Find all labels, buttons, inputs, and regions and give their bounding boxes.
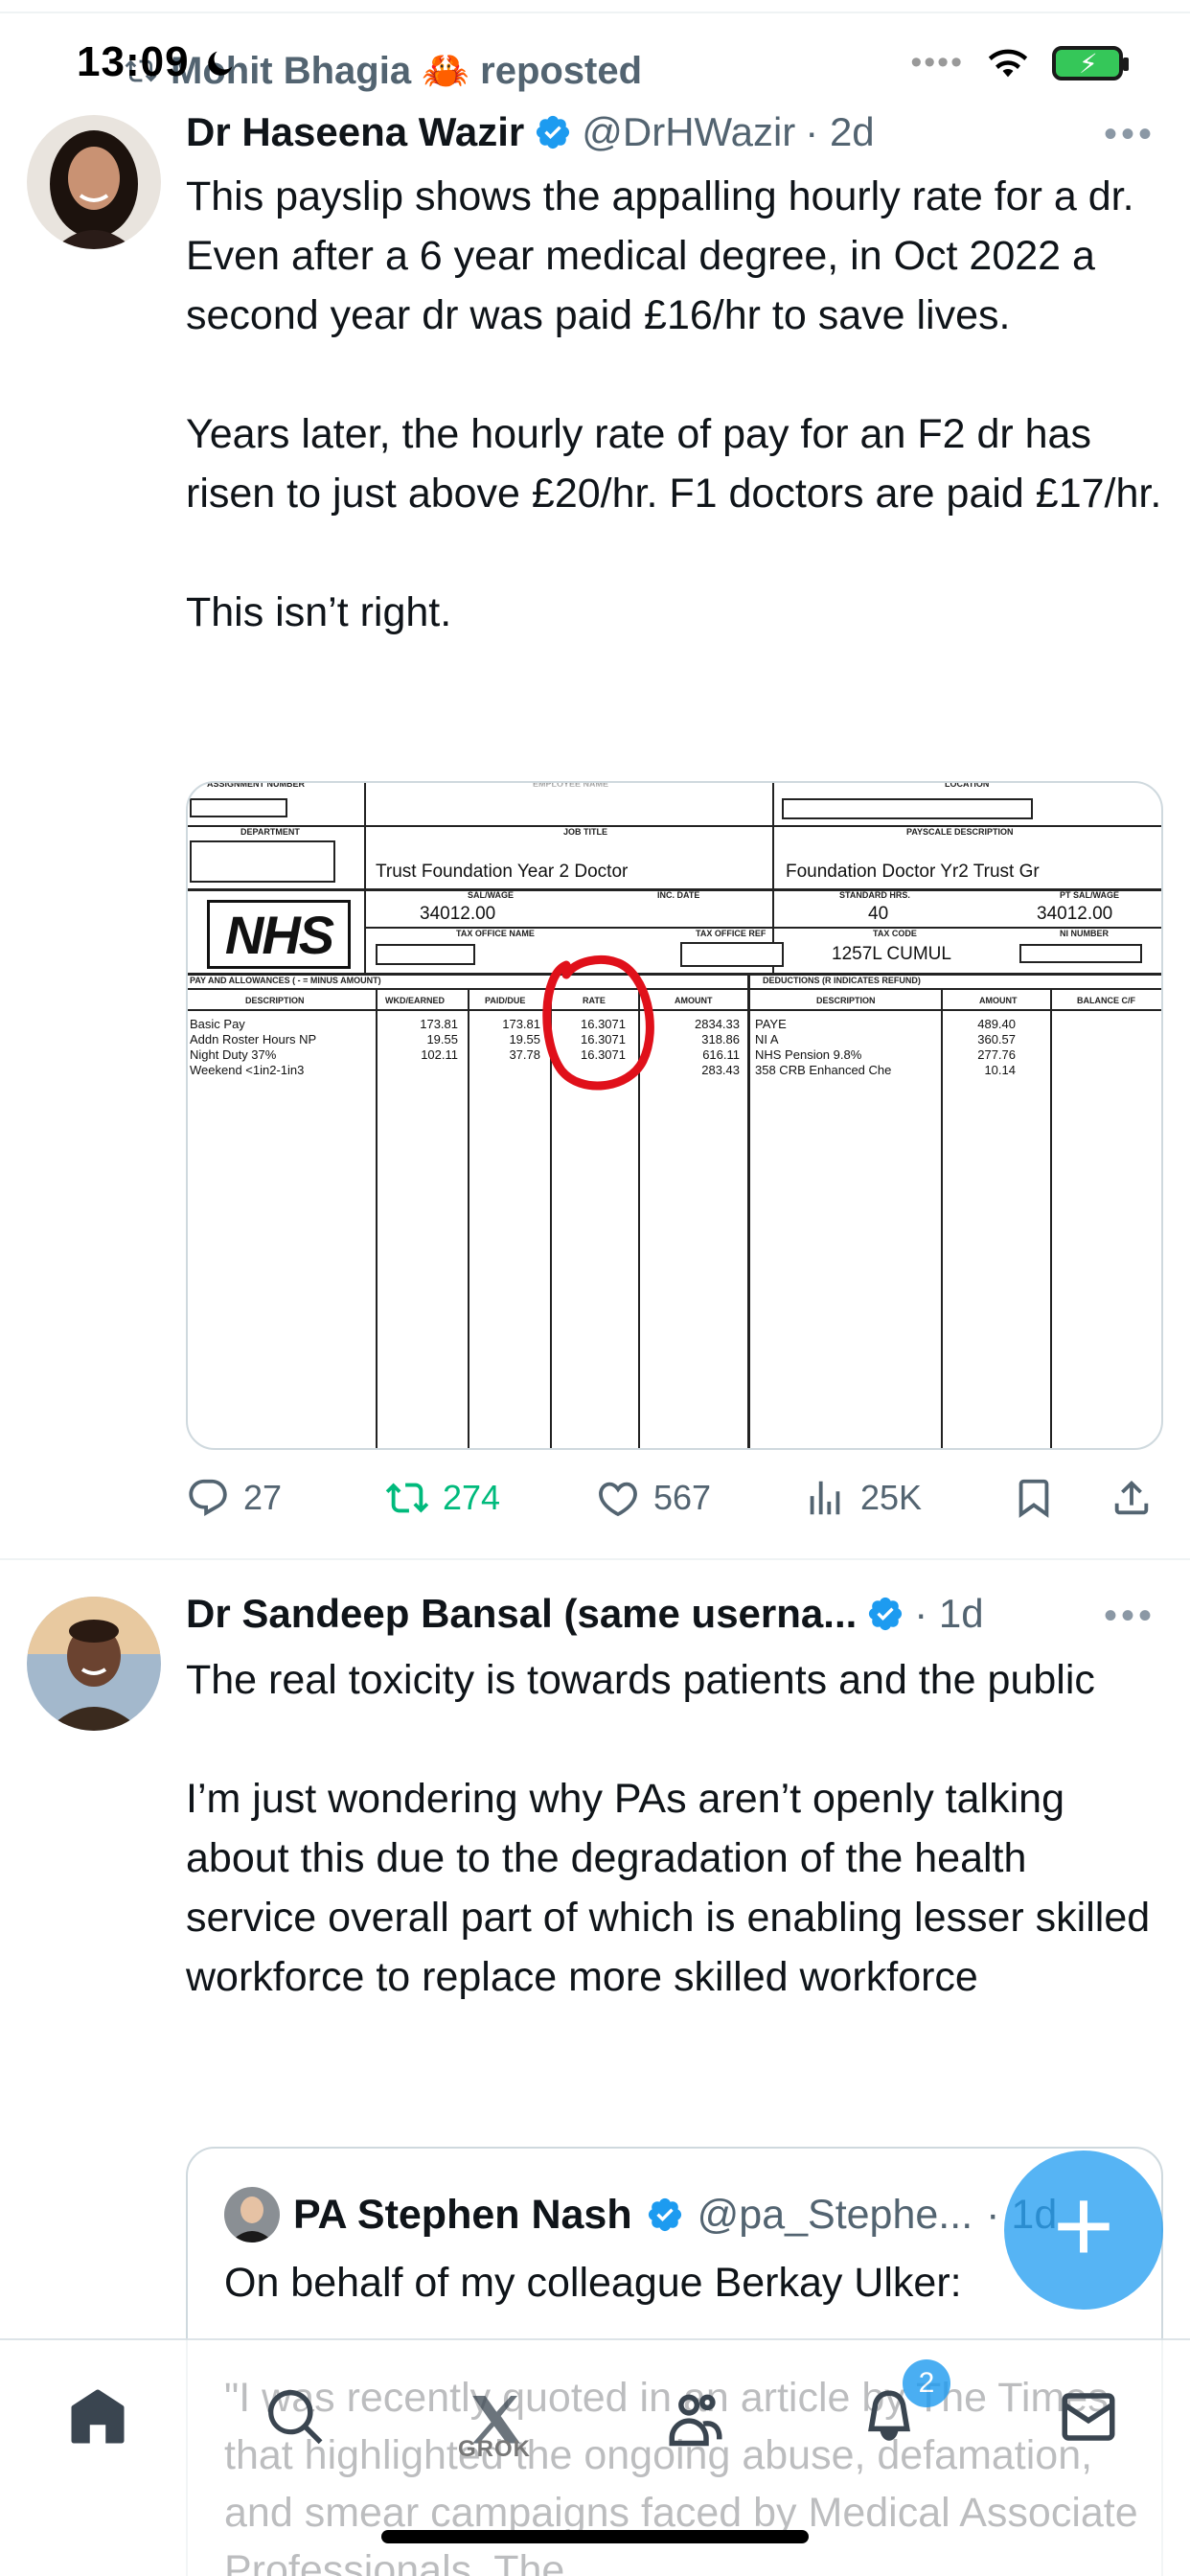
top-divider [0,12,1190,13]
repost-icon [385,1483,429,1513]
tweet-media-image[interactable]: ASSIGNMENT NUMBER EMPLOYEE NAME LOCATION… [186,781,1163,1450]
plus-icon: + [1052,2167,1115,2285]
payslip-image: ASSIGNMENT NUMBER EMPLOYEE NAME LOCATION… [188,783,1161,1448]
tweet-header: Dr Sandeep Bansal (same userna... · 1d [186,1591,984,1637]
status-indicators: •••• ⚡ [910,44,1129,81]
red-circle-annotation [542,954,654,1091]
repost-count: 274 [443,1478,501,1517]
mail-icon [1062,2393,1115,2441]
bookmark-button[interactable] [1012,1476,1056,1520]
share-icon [1114,1480,1149,1515]
share-button[interactable] [1110,1476,1154,1520]
views-button[interactable]: 25K [803,1476,922,1520]
compose-button[interactable]: + [1004,2150,1163,2310]
timestamp[interactable]: · 2d [805,109,874,155]
bookmark-icon [1018,1479,1049,1518]
reply-count: 27 [243,1478,283,1517]
notification-badge: 2 [903,2359,950,2407]
more-options-icon[interactable]: ••• [1104,1595,1156,1638]
nav-messages[interactable] [1050,2379,1127,2455]
quote-header: PA Stephen Nash @pa_Stephe... · 1d [224,2187,1057,2242]
home-indicator[interactable] [381,2530,809,2543]
avatar[interactable] [27,1597,161,1731]
tweet-divider [0,1558,1190,1560]
focus-moon-icon [208,51,233,76]
cellular-signal-icon: •••• [910,44,964,80]
timestamp[interactable]: · 1d [914,1591,983,1637]
verified-badge-icon [648,2197,681,2232]
like-button[interactable]: 567 [596,1476,711,1520]
views-count: 25K [860,1478,923,1517]
tweet-actions: 27 274 567 25K [186,1476,1163,1524]
nav-search[interactable] [257,2379,333,2455]
search-icon [267,2389,323,2445]
quote-handle: @pa_Stephe... [697,2191,973,2238]
wifi-icon [988,49,1028,77]
nav-home[interactable] [59,2379,136,2455]
heart-icon [599,1482,637,1517]
verified-badge-icon [537,115,570,150]
home-icon [71,2389,125,2444]
tweet-header: Dr Haseena Wazir @DrHWazir · 2d [186,109,875,155]
nav-communities[interactable] [657,2379,734,2455]
display-name[interactable]: Dr Sandeep Bansal (same userna... [186,1591,857,1637]
more-options-icon[interactable]: ••• [1104,113,1156,156]
handle[interactable]: @DrHWazir [582,109,795,155]
tweet-text: The real toxicity is towards patients an… [186,1657,1151,2000]
avatar[interactable] [27,115,161,249]
grok-label: GROK [458,2436,531,2462]
tweet-text: This payslip shows the appalling hourly … [186,173,1162,635]
communities-icon [669,2394,722,2447]
reply-button[interactable]: 27 [186,1476,282,1520]
verified-badge-icon [869,1597,903,1631]
quote-display-name: PA Stephen Nash [293,2191,632,2238]
battery-charging-icon: ⚡ [1052,45,1129,80]
repost-button[interactable]: 274 [385,1476,500,1520]
status-bar: 13:09 •••• ⚡ [0,38,1190,96]
display-name[interactable]: Dr Haseena Wazir [186,109,524,155]
reply-icon [189,1479,227,1516]
status-time: 13:09 [77,38,190,85]
like-count: 567 [653,1478,712,1517]
quote-avatar [224,2187,280,2242]
analytics-bars-icon [810,1481,840,1515]
